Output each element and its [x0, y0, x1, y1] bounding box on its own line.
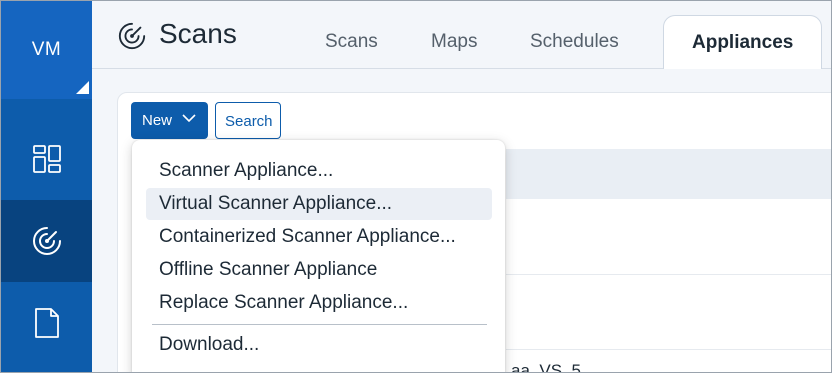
menu-item-replace-scanner-appliance[interactable]: Replace Scanner Appliance...: [146, 287, 492, 319]
app-switcher[interactable]: VM: [1, 1, 92, 99]
app-badge-label: VM: [31, 39, 62, 60]
row-divider: [506, 274, 831, 275]
app-switcher-corner-icon: [76, 81, 89, 94]
menu-item-containerized-scanner-appliance[interactable]: Containerized Scanner Appliance...: [146, 221, 492, 253]
table-cell[interactable]: aa_VS_5: [511, 361, 581, 372]
scan-radar-icon: [118, 22, 146, 50]
tab-appliances[interactable]: Appliances: [663, 15, 823, 69]
new-dropdown-menu: Scanner Appliance... Virtual Scanner App…: [132, 140, 505, 372]
new-button-label: New: [142, 112, 173, 129]
menu-divider: [152, 324, 487, 325]
dashboard-icon: [32, 145, 61, 173]
table-header: [506, 149, 831, 199]
row-divider: [506, 349, 831, 350]
menu-item-download[interactable]: Download...: [146, 329, 492, 361]
search-button[interactable]: Search: [215, 102, 281, 139]
page-header: Scans Scans Maps Schedules Appliances: [92, 1, 831, 69]
menu-item-scanner-appliance[interactable]: Scanner Appliance...: [146, 155, 492, 187]
document-icon: [34, 308, 59, 338]
scan-radar-icon: [32, 227, 61, 255]
page-title: Scans: [159, 18, 237, 49]
tab-schedules[interactable]: Schedules: [530, 31, 619, 53]
new-button[interactable]: New: [131, 102, 208, 139]
tab-maps[interactable]: Maps: [431, 31, 477, 53]
chevron-down-icon: [182, 114, 196, 123]
left-nav: VM: [1, 1, 92, 372]
nav-item-scans[interactable]: [1, 200, 92, 282]
nav-item-dashboard[interactable]: [1, 118, 92, 200]
tab-scans[interactable]: Scans: [325, 31, 378, 53]
nav-item-documents[interactable]: [1, 282, 92, 364]
menu-item-virtual-scanner-appliance[interactable]: Virtual Scanner Appliance...: [146, 188, 492, 220]
menu-item-offline-scanner-appliance[interactable]: Offline Scanner Appliance: [146, 254, 492, 286]
app-window: VM Scans Scans Maps Schedules Appliances…: [0, 0, 832, 373]
